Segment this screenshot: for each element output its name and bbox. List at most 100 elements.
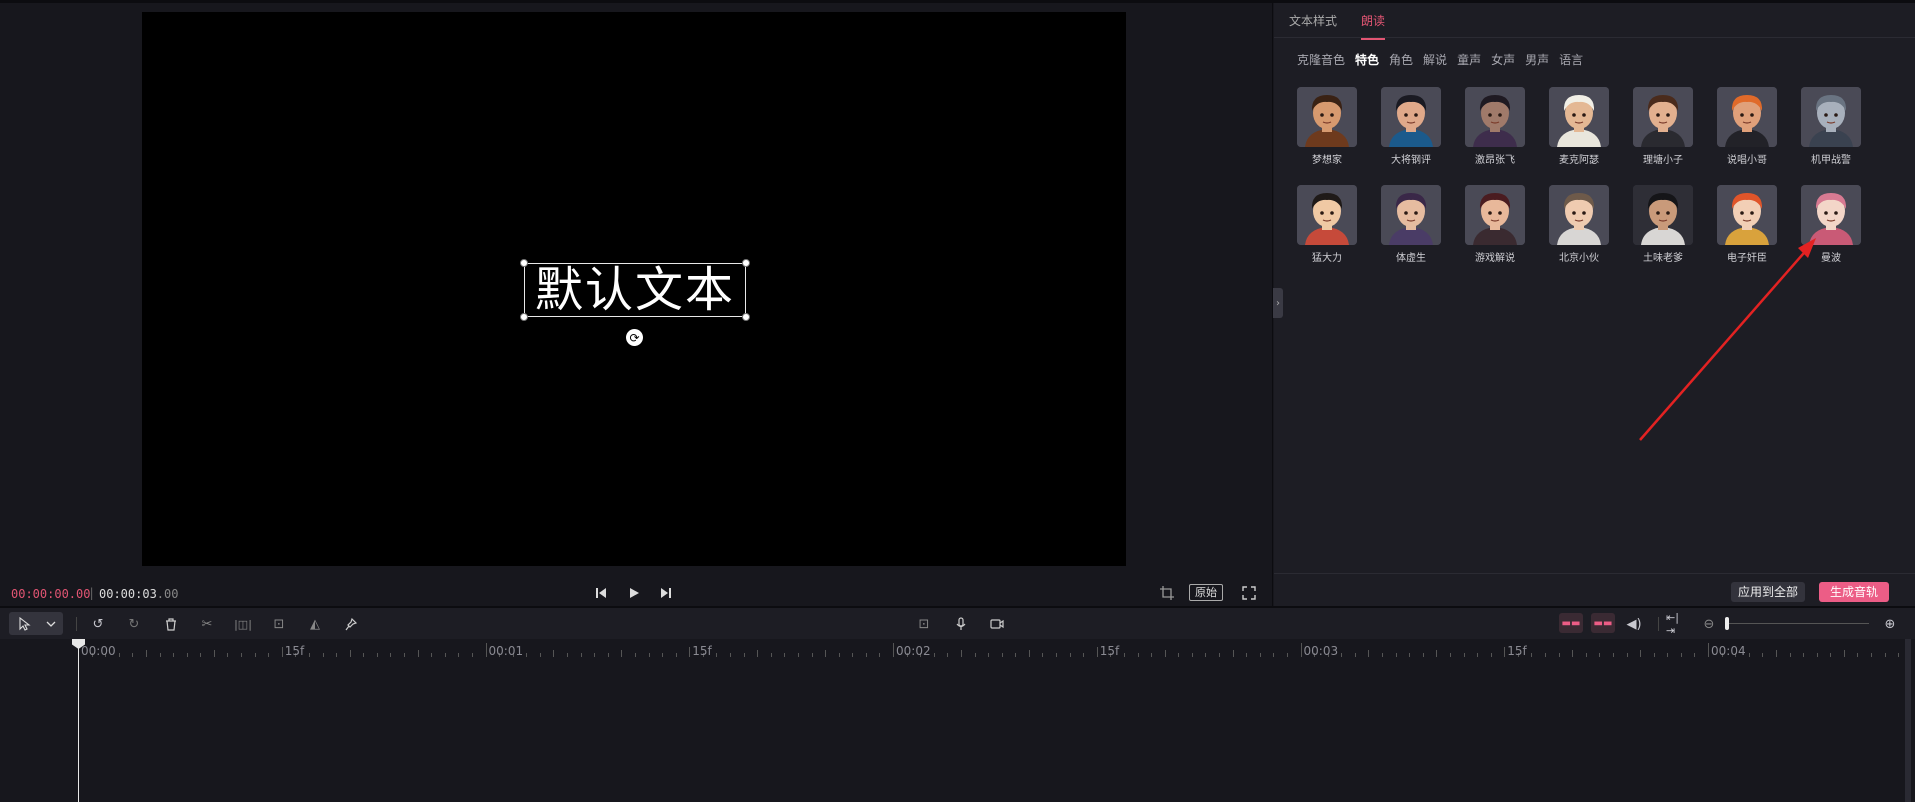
category-featured[interactable]: 特色 (1355, 51, 1379, 68)
delete-icon[interactable] (161, 614, 181, 634)
ruler-tick (227, 653, 229, 657)
ruler-tick (1219, 653, 1220, 657)
category-language[interactable]: 语言 (1559, 51, 1583, 68)
zoom-slider-track[interactable] (1727, 623, 1869, 624)
ruler-tick (1246, 653, 1248, 657)
resize-handle-bottom-left[interactable] (520, 313, 528, 321)
split-scissors-icon[interactable]: ✂ (197, 614, 217, 634)
resize-handle-top-left[interactable] (520, 259, 528, 267)
category-character[interactable]: 角色 (1389, 51, 1413, 68)
ruler-tick (1042, 653, 1044, 657)
voice-item[interactable]: 机甲战警 (1801, 87, 1861, 167)
ruler-tick (1164, 650, 1166, 657)
ruler-tick (1504, 647, 1506, 657)
tab-read-aloud[interactable]: 朗读 (1361, 12, 1386, 40)
category-male[interactable]: 男声 (1525, 51, 1549, 68)
next-frame-icon[interactable] (657, 584, 675, 602)
ruler-tick (675, 653, 677, 657)
ruler-tick (634, 653, 636, 657)
resize-handle-top-right[interactable] (742, 259, 750, 267)
ruler-tick (567, 653, 568, 657)
ruler-tick (594, 653, 596, 657)
ruler-tick (1545, 653, 1546, 657)
record-screen-icon[interactable] (987, 614, 1007, 634)
volume-icon[interactable]: ◀) (1624, 614, 1644, 634)
ruler-tick (132, 653, 134, 657)
category-female[interactable]: 女声 (1491, 51, 1515, 68)
ruler-tick (988, 653, 990, 657)
zoom-slider-thumb[interactable] (1725, 617, 1729, 630)
voice-item[interactable]: 梦想家 (1297, 87, 1357, 167)
voice-item[interactable]: 北京小伙 (1549, 185, 1609, 265)
chevron-down-icon[interactable] (41, 614, 61, 634)
voice-item[interactable]: 麦克阿瑟 (1549, 87, 1609, 167)
text-selection-box[interactable]: 默认文本 (520, 259, 750, 321)
playhead[interactable] (78, 639, 79, 802)
voice-categories: 克隆音色 特色 角色 解说 童声 女声 男声 语言 (1297, 51, 1583, 68)
apply-all-button[interactable]: 应用到全部 (1731, 582, 1806, 602)
canvas-text[interactable]: 默认文本 (525, 264, 745, 316)
ruler-label: 15f (284, 644, 305, 658)
voice-name: 激昂张飞 (1475, 155, 1515, 166)
timeline[interactable]: 00:00 15f 00:01 15f 00:02 15f 00:03 15f 00:04 (0, 639, 1915, 802)
ruler-tick (186, 653, 188, 657)
time-ruler[interactable]: 00:00 15f 00:01 15f 00:02 15f 00:03 15f 00:04 (0, 639, 1905, 661)
ruler-tick (1436, 650, 1438, 657)
generate-track-button[interactable]: 生成音轨 (1819, 582, 1890, 602)
ruler-tick (1300, 643, 1302, 657)
redo-icon[interactable]: ↻ (124, 614, 144, 634)
rotate-handle-icon[interactable]: ⟳ (626, 329, 643, 346)
timecode-separator: | (88, 586, 96, 600)
cursor-icon[interactable] (15, 614, 35, 634)
category-child[interactable]: 童声 (1457, 51, 1481, 68)
ruler-tick (1898, 653, 1900, 657)
zoom-out-icon[interactable]: ⊖ (1699, 614, 1719, 634)
undo-icon[interactable]: ↺ (88, 614, 108, 634)
ruler-tick (1286, 653, 1288, 657)
main-track-magnet-icon[interactable]: ▬▬ (1559, 613, 1583, 633)
voice-name: 北京小伙 (1559, 253, 1599, 264)
pin-icon[interactable] (341, 614, 361, 634)
voice-item[interactable]: 猛大力 (1297, 185, 1357, 265)
voice-item[interactable]: 理塘小子 (1633, 87, 1693, 167)
reverse-icon[interactable]: ⊡ (269, 614, 289, 634)
ruler-tick (1178, 653, 1180, 657)
ruler-tick (159, 653, 161, 657)
auto-snap-icon[interactable]: ▬▬ (1591, 613, 1615, 633)
video-canvas[interactable]: 默认文本 ⟳ (142, 12, 1126, 566)
total-timecode-main: 00:00:03 (99, 587, 157, 601)
microphone-icon[interactable] (951, 614, 971, 634)
ruler-tick (1028, 650, 1030, 657)
ruler-tick (1001, 653, 1003, 657)
tab-text-style[interactable]: 文本样式 (1289, 12, 1337, 29)
prev-frame-icon[interactable] (592, 584, 610, 602)
ruler-tick (825, 650, 827, 657)
voice-item[interactable]: 游戏解说 (1465, 185, 1525, 265)
ruler-tick (1667, 653, 1669, 657)
ratio-button[interactable]: 原始 (1189, 584, 1223, 601)
voice-item[interactable]: 激昂张飞 (1465, 87, 1525, 167)
zoom-in-icon[interactable]: ⊕ (1880, 614, 1900, 634)
timeline-scrollbar[interactable] (1905, 639, 1911, 802)
auto-caption-icon[interactable]: ⊡ (914, 614, 934, 634)
split-view-icon[interactable]: ⇤|⇥ (1666, 611, 1686, 637)
panel-footer: 应用到全部 生成音轨 (1274, 573, 1915, 606)
avatar (1801, 87, 1861, 147)
resize-handle-bottom-right[interactable] (742, 313, 750, 321)
mirror-icon[interactable]: ◭ (305, 614, 325, 634)
voice-name: 梦想家 (1312, 155, 1342, 166)
ruler-tick (1708, 643, 1709, 657)
voice-name: 大将钢评 (1391, 155, 1431, 166)
category-narration[interactable]: 解说 (1423, 51, 1447, 68)
collapse-panel-icon[interactable]: › (1273, 288, 1283, 318)
category-clone-voice[interactable]: 克隆音色 (1297, 51, 1345, 68)
trim-icon[interactable]: |◫| (233, 614, 253, 634)
preview-area: 默认文本 ⟳ 00:00:00.00 | 00:00:03.00 原始 (0, 3, 1272, 606)
voice-item[interactable]: 说唱小哥 (1717, 87, 1777, 167)
ruler-tick (281, 647, 283, 657)
fullscreen-icon[interactable] (1240, 584, 1258, 602)
voice-item[interactable]: 大将钢评 (1381, 87, 1441, 167)
play-icon[interactable] (625, 584, 643, 602)
crop-icon[interactable] (1158, 584, 1176, 602)
voice-item[interactable]: 体虚生 (1381, 185, 1441, 265)
